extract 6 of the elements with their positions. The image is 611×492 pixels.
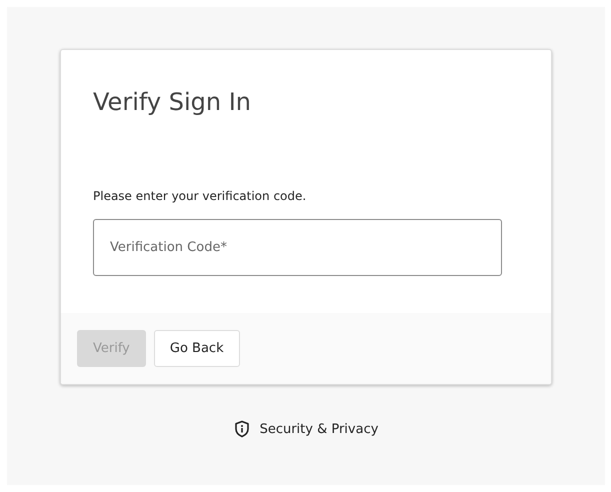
instruction-text: Please enter your verification code.: [93, 189, 308, 203]
verification-code-field[interactable]: Verification Code*: [93, 219, 502, 276]
action-button[interactable]: Go Back: [154, 330, 240, 367]
shield-info-icon: [234, 420, 250, 438]
card-title: Verify Sign In: [93, 88, 252, 116]
security-privacy-link[interactable]: Security & Privacy: [234, 420, 378, 438]
